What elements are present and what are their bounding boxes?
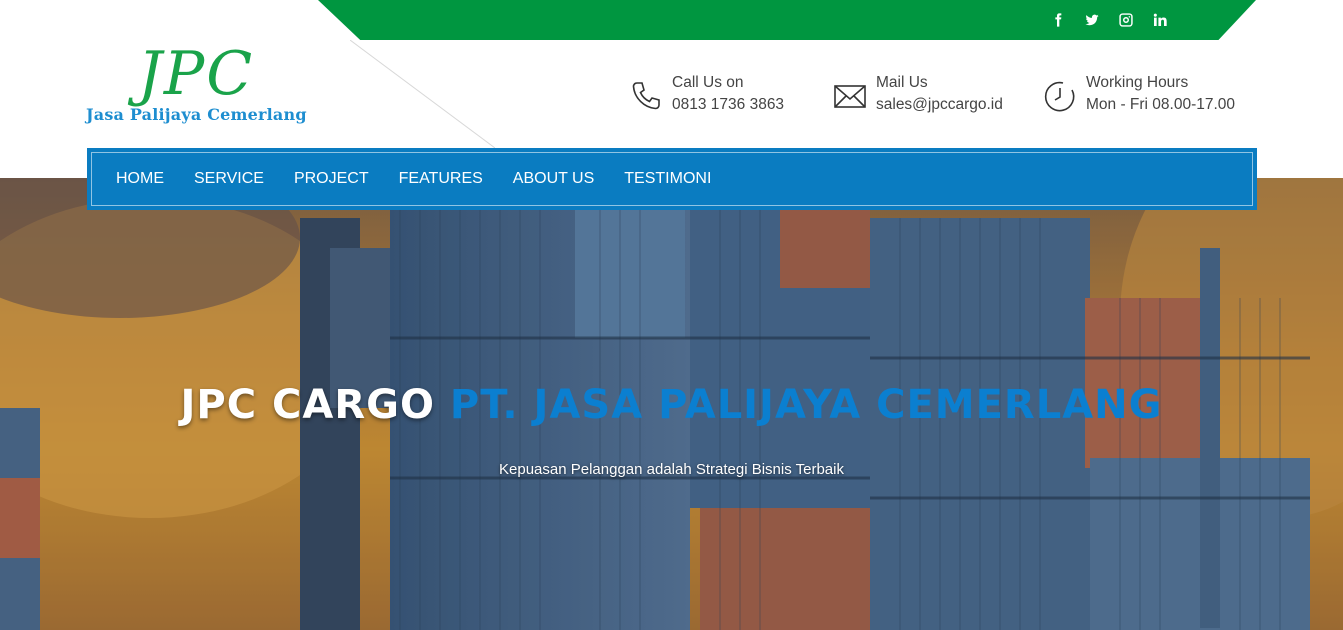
twitter-icon[interactable] <box>1082 10 1102 30</box>
contact-phone-value[interactable]: 0813 1736 3863 <box>672 94 784 116</box>
main-navigation: HOME SERVICE PROJECT FEATURES ABOUT US T… <box>87 148 1257 210</box>
nav-item-about-us[interactable]: ABOUT US <box>513 170 595 188</box>
contact-mail: Mail Us sales@jpccargo.id <box>832 72 1003 116</box>
hero-banner: JPC CARGO PT. JASA PALIJAYA CEMERLANG Ke… <box>0 178 1343 630</box>
facebook-icon[interactable] <box>1048 10 1068 30</box>
hero-title-brand: JPC CARGO <box>180 382 435 428</box>
logo-subtitle: Jasa Palijaya Cemerlang <box>86 105 307 124</box>
contact-hours-label: Working Hours <box>1086 74 1189 91</box>
contact-mail-value[interactable]: sales@jpccargo.id <box>876 94 1003 116</box>
nav-item-home[interactable]: HOME <box>116 170 164 188</box>
nav-item-service[interactable]: SERVICE <box>194 170 264 188</box>
mail-icon <box>832 78 868 114</box>
diagonal-decoration <box>350 40 495 148</box>
hero-title-company: PT. JASA PALIJAYA CEMERLANG <box>449 382 1163 428</box>
nav-item-testimoni[interactable]: TESTIMONI <box>624 170 711 188</box>
contact-phone-label: Call Us on <box>672 74 744 91</box>
phone-icon <box>628 78 664 114</box>
contact-hours: Working Hours Mon - Fri 08.00-17.00 <box>1042 72 1235 116</box>
contact-mail-label: Mail Us <box>876 74 928 91</box>
nav-inner: HOME SERVICE PROJECT FEATURES ABOUT US T… <box>91 152 1253 206</box>
nav-item-features[interactable]: FEATURES <box>399 170 483 188</box>
linkedin-icon[interactable] <box>1150 10 1170 30</box>
nav-item-project[interactable]: PROJECT <box>294 170 369 188</box>
company-logo[interactable]: JPC Jasa Palijaya Cemerlang <box>86 44 307 130</box>
clock-icon <box>1042 78 1078 114</box>
instagram-icon[interactable] <box>1116 10 1136 30</box>
contact-hours-value: Mon - Fri 08.00-17.00 <box>1086 96 1236 113</box>
hero-title: JPC CARGO PT. JASA PALIJAYA CEMERLANG <box>0 382 1343 428</box>
logo-mark: JPC <box>137 39 255 109</box>
social-links <box>1048 10 1170 30</box>
hero-subtitle: Kepuasan Pelanggan adalah Strategi Bisni… <box>499 461 844 478</box>
contact-phone: Call Us on 0813 1736 3863 <box>628 72 784 116</box>
